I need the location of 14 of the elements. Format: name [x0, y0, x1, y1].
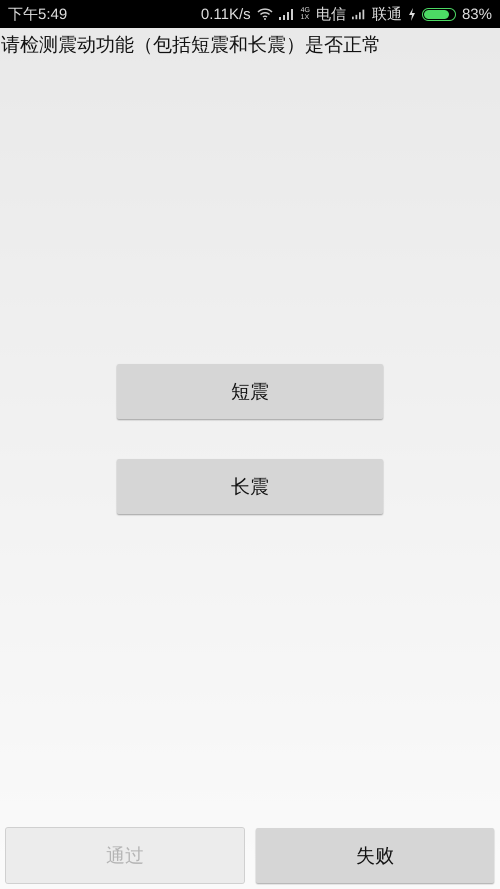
- carrier-name: 电信: [316, 4, 346, 24]
- vibrate-button[interactable]: 短震: [117, 364, 383, 419]
- time: 下午5:49: [8, 4, 68, 24]
- battery-percentage: 83%: [462, 6, 492, 22]
- signal-icon: [352, 8, 366, 20]
- carrier-name: 联通: [372, 4, 402, 24]
- network-speed: 0.11K/s: [200, 6, 251, 22]
- wifi-icon: [256, 8, 273, 20]
- instruction-text: 请检测震动功能（包括短震和长震）是否正常: [0, 33, 382, 57]
- charging-icon: [408, 8, 416, 20]
- signal-icon: [278, 8, 295, 20]
- fail-button[interactable]: 失败: [256, 828, 494, 883]
- vibrate-button[interactable]: 长震: [117, 459, 383, 514]
- battery-icon: [422, 8, 456, 20]
